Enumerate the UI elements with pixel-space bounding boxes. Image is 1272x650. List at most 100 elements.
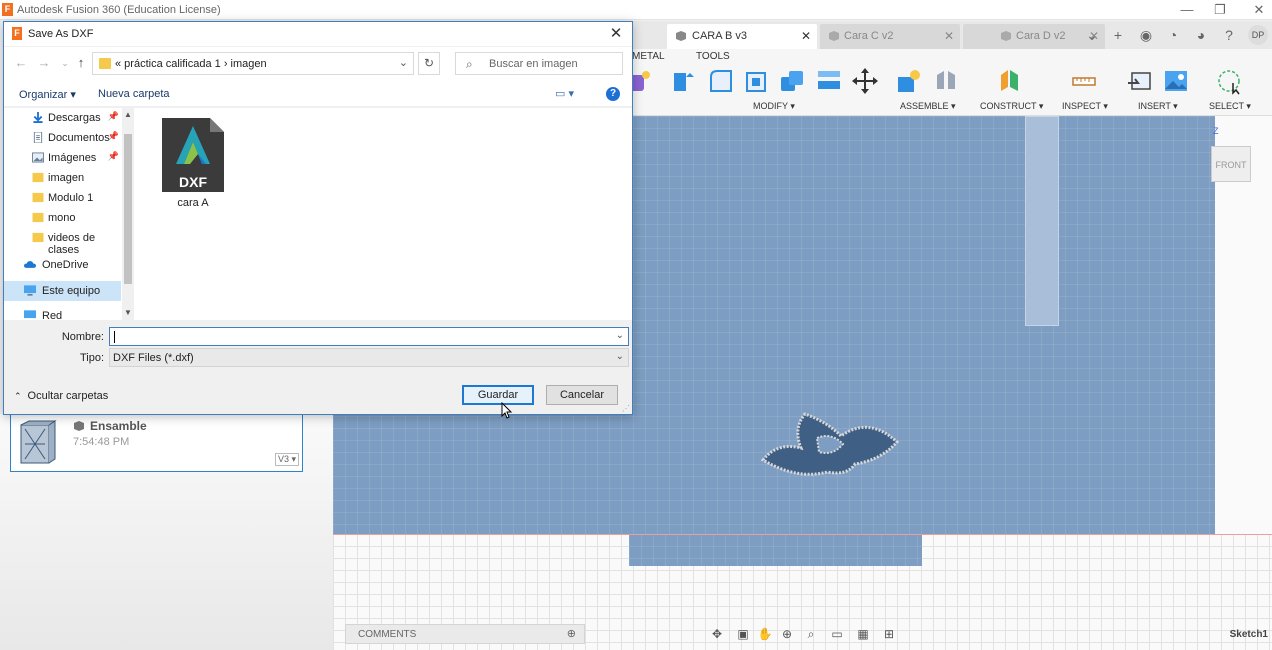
recent-document-card[interactable]: Ensamble 7:54:48 PM V3 ▾ bbox=[10, 414, 303, 472]
help-icon[interactable]: ? bbox=[1220, 26, 1238, 44]
offset-face-icon[interactable] bbox=[815, 67, 843, 95]
add-comment-icon[interactable]: ⊕ bbox=[567, 627, 576, 640]
file-name-label[interactable]: cara A bbox=[154, 197, 232, 209]
nav-item-descargas[interactable]: Descargas 📌 bbox=[4, 108, 121, 128]
job-status-icon[interactable]: ◔ bbox=[1164, 26, 1182, 44]
zoom-icon[interactable]: ⊕ bbox=[779, 626, 795, 642]
resize-grip-icon[interactable]: ⋰ bbox=[622, 404, 630, 413]
nav-item-este-equipo[interactable]: Este equipo bbox=[4, 281, 121, 301]
ribbon-tab-metal[interactable]: METAL bbox=[632, 51, 665, 62]
viewcube[interactable]: FRONT bbox=[1211, 146, 1251, 182]
document-icon bbox=[33, 132, 43, 143]
nav-item-red[interactable]: Red bbox=[4, 306, 121, 320]
component-icon bbox=[74, 421, 84, 431]
grid-settings-icon[interactable]: ▦ bbox=[855, 626, 871, 642]
up-arrow-icon[interactable]: ↑ bbox=[74, 56, 88, 70]
file-type-select[interactable]: DXF Files (*.dxf) ⌄ bbox=[109, 348, 629, 367]
version-badge[interactable]: V3 ▾ bbox=[275, 453, 300, 466]
fillet-icon[interactable] bbox=[707, 67, 735, 95]
shell-icon[interactable] bbox=[743, 67, 771, 95]
comments-panel[interactable]: COMMENTS ⊕ bbox=[345, 624, 585, 644]
construct-menu[interactable]: CONSTRUCT ▾ bbox=[980, 101, 1043, 112]
viewports-icon[interactable]: ⊞ bbox=[881, 626, 897, 642]
tab-overflow-chevron-icon[interactable]: ⌄ bbox=[1083, 26, 1101, 44]
extensions-icon[interactable]: ◉ bbox=[1137, 26, 1155, 44]
help-icon[interactable]: ? bbox=[606, 87, 620, 101]
display-settings-icon[interactable]: ▭ bbox=[829, 626, 845, 642]
new-tab-plus-icon[interactable]: + bbox=[1109, 26, 1127, 44]
notifications-icon[interactable]: ◕ bbox=[1192, 26, 1210, 44]
dialog-close-button[interactable]: ✕ bbox=[606, 24, 626, 44]
pan-icon[interactable]: ✋ bbox=[757, 626, 773, 642]
address-bar[interactable]: « práctica calificada 1 › imagen ⌄ bbox=[92, 52, 414, 75]
dialog-titlebar[interactable]: F Save As DXF ✕ bbox=[4, 22, 632, 46]
select-menu[interactable]: SELECT ▾ bbox=[1209, 101, 1251, 112]
recent-doc-name: Ensamble bbox=[90, 419, 147, 433]
save-button[interactable]: Guardar bbox=[462, 385, 534, 405]
assemble-menu[interactable]: ASSEMBLE ▾ bbox=[900, 101, 956, 112]
scroll-down-icon[interactable]: ▼ bbox=[124, 308, 132, 317]
new-folder-button[interactable]: Nueva carpeta bbox=[98, 88, 170, 100]
chevron-down-icon[interactable]: ⌄ bbox=[399, 56, 408, 69]
breadcrumb[interactable]: « práctica calificada 1 › imagen bbox=[115, 58, 267, 70]
chevron-down-icon[interactable]: ⌄ bbox=[616, 330, 624, 341]
nav-item-mono[interactable]: mono bbox=[4, 208, 121, 228]
nav-scrollbar[interactable]: ▲ ▼ bbox=[122, 108, 134, 320]
construction-plane-icon[interactable] bbox=[996, 67, 1024, 95]
move-icon[interactable] bbox=[851, 67, 879, 95]
nav-item-modulo-1[interactable]: Modulo 1 bbox=[4, 188, 121, 208]
scroll-up-icon[interactable]: ▲ bbox=[124, 110, 132, 119]
avatar[interactable]: DP bbox=[1248, 25, 1268, 45]
navigation-pane: Descargas 📌 Documentos 📌 Imágenes 📌 imag… bbox=[4, 108, 134, 320]
modify-menu[interactable]: MODIFY ▾ bbox=[753, 101, 795, 112]
look-at-icon[interactable]: ▣ bbox=[735, 626, 751, 642]
close-tab-icon[interactable]: ✕ bbox=[801, 29, 811, 43]
nav-item-imagen[interactable]: imagen bbox=[4, 168, 121, 188]
recent-locations-chevron-icon[interactable]: ⌄ bbox=[58, 56, 72, 70]
sketch-image-shape[interactable] bbox=[757, 408, 903, 480]
orbit-icon[interactable]: ✥ bbox=[709, 626, 725, 642]
new-component-icon[interactable] bbox=[895, 67, 923, 95]
cloud-icon bbox=[24, 261, 36, 268]
name-label: Nombre: bbox=[61, 331, 104, 343]
sketch-profile-lower[interactable] bbox=[629, 534, 922, 566]
type-label: Tipo: bbox=[79, 352, 104, 364]
close-tab-icon[interactable]: ✕ bbox=[944, 29, 954, 43]
close-app-button[interactable]: ✕ bbox=[1248, 2, 1270, 18]
cancel-button[interactable]: Cancelar bbox=[546, 385, 618, 405]
nav-item-onedrive[interactable]: OneDrive bbox=[4, 255, 121, 275]
tab-cara-c[interactable]: Cara C v2 ✕ bbox=[820, 24, 960, 49]
tab-cara-b[interactable]: CARA B v3 ✕ bbox=[667, 24, 817, 49]
nav-item-documentos[interactable]: Documentos 📌 bbox=[4, 128, 121, 148]
nav-item-videos-de-clases[interactable]: videos de clases bbox=[4, 228, 121, 256]
inspect-menu[interactable]: INSPECT ▾ bbox=[1062, 101, 1108, 112]
restore-button[interactable]: ❐ bbox=[1209, 2, 1231, 18]
insert-derive-icon[interactable] bbox=[1126, 67, 1154, 95]
forward-arrow-icon[interactable]: → bbox=[37, 56, 51, 70]
select-icon[interactable] bbox=[1215, 67, 1243, 95]
dxf-file-icon[interactable]: DXF bbox=[160, 116, 226, 194]
organize-menu[interactable]: Organizar ▾ bbox=[19, 88, 76, 101]
measure-icon[interactable] bbox=[1070, 67, 1098, 95]
back-arrow-icon[interactable]: ← bbox=[14, 56, 28, 70]
view-options-icon[interactable]: ▭ ▾ bbox=[555, 87, 574, 100]
insert-canvas-icon[interactable] bbox=[1162, 67, 1190, 95]
combine-icon[interactable] bbox=[778, 67, 806, 95]
minimize-button[interactable]: — bbox=[1176, 2, 1198, 18]
scrollbar-thumb[interactable] bbox=[124, 134, 132, 284]
chevron-down-icon[interactable]: ⌄ bbox=[616, 351, 624, 362]
insert-menu[interactable]: INSERT ▾ bbox=[1138, 101, 1178, 112]
file-name-input[interactable]: ⌄ bbox=[109, 327, 629, 346]
sketch-slot[interactable] bbox=[1025, 116, 1059, 326]
hide-folders-toggle[interactable]: ⌃ Ocultar carpetas bbox=[14, 390, 108, 402]
refresh-button[interactable]: ↻ bbox=[418, 52, 440, 75]
download-icon bbox=[33, 112, 43, 123]
zoom-window-icon[interactable]: ⌕ bbox=[803, 626, 819, 642]
nav-item-imagenes[interactable]: Imágenes 📌 bbox=[4, 148, 121, 168]
ribbon-tab-tools[interactable]: TOOLS bbox=[696, 51, 730, 62]
pin-icon: 📌 bbox=[107, 131, 119, 141]
status-bar: COMMENTS ⊕ ✥ ▣ ✋ ⊕ ⌕ ▭ ▦ ⊞ Sketch1 bbox=[333, 620, 1272, 650]
press-pull-icon[interactable] bbox=[670, 67, 698, 95]
search-input[interactable]: ⌕ Buscar en imagen bbox=[455, 52, 623, 75]
joint-icon[interactable] bbox=[932, 67, 960, 95]
